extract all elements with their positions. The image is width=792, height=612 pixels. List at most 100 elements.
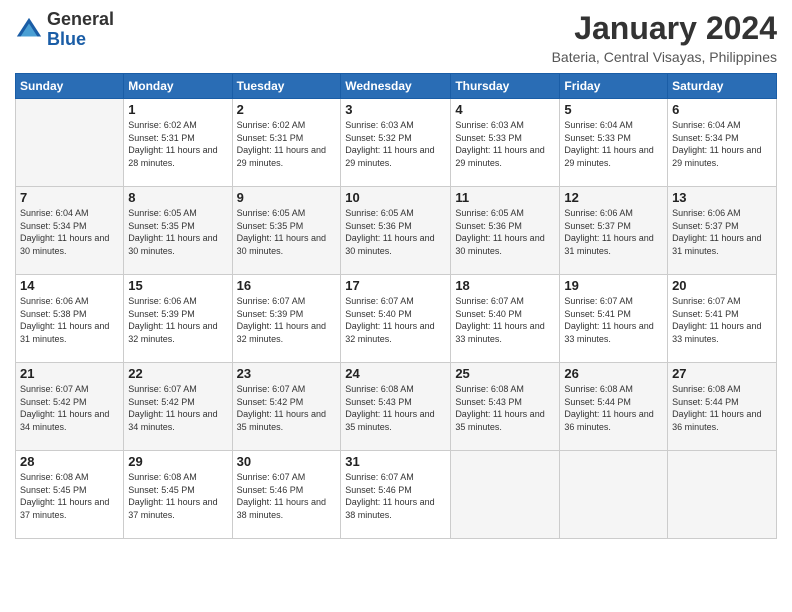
day-number: 18: [455, 278, 555, 293]
day-info: Sunrise: 6:08 AMSunset: 5:44 PMDaylight:…: [672, 383, 772, 433]
calendar-header-row: Sunday Monday Tuesday Wednesday Thursday…: [16, 74, 777, 99]
day-number: 24: [345, 366, 446, 381]
day-number: 15: [128, 278, 227, 293]
day-info: Sunrise: 6:08 AMSunset: 5:45 PMDaylight:…: [20, 471, 119, 521]
table-row: 30 Sunrise: 6:07 AMSunset: 5:46 PMDayligh…: [232, 451, 341, 539]
table-row: 29 Sunrise: 6:08 AMSunset: 5:45 PMDayligh…: [124, 451, 232, 539]
day-info: Sunrise: 6:07 AMSunset: 5:41 PMDaylight:…: [564, 295, 663, 345]
day-number: 28: [20, 454, 119, 469]
day-number: 13: [672, 190, 772, 205]
day-number: 25: [455, 366, 555, 381]
table-row: 24 Sunrise: 6:08 AMSunset: 5:43 PMDayligh…: [341, 363, 451, 451]
day-info: Sunrise: 6:05 AMSunset: 5:35 PMDaylight:…: [237, 207, 337, 257]
day-info: Sunrise: 6:07 AMSunset: 5:46 PMDaylight:…: [345, 471, 446, 521]
day-info: Sunrise: 6:08 AMSunset: 5:43 PMDaylight:…: [345, 383, 446, 433]
calendar-week-row: 21 Sunrise: 6:07 AMSunset: 5:42 PMDayligh…: [16, 363, 777, 451]
table-row: 22Sunrise: 6:07 AMSunset: 5:42 PMDayligh…: [124, 363, 232, 451]
day-number: 2: [237, 102, 337, 117]
logo-icon: [15, 16, 43, 44]
day-info: Sunrise: 6:08 AMSunset: 5:44 PMDaylight:…: [564, 383, 663, 433]
day-info: Sunrise: 6:08 AMSunset: 5:45 PMDaylight:…: [128, 471, 227, 521]
day-number: 19: [564, 278, 663, 293]
day-info: Sunrise: 6:05 AMSunset: 5:36 PMDaylight:…: [345, 207, 446, 257]
day-info: Sunrise: 6:07 AMSunset: 5:46 PMDaylight:…: [237, 471, 337, 521]
header-tuesday: Tuesday: [232, 74, 341, 99]
title-section: January 2024 Bateria, Central Visayas, P…: [552, 10, 777, 65]
day-info: Sunrise: 6:04 AMSunset: 5:34 PMDaylight:…: [672, 119, 772, 169]
day-number: 16: [237, 278, 337, 293]
table-row: [560, 451, 668, 539]
table-row: 19 Sunrise: 6:07 AMSunset: 5:41 PMDayligh…: [560, 275, 668, 363]
table-row: 17 Sunrise: 6:07 AMSunset: 5:40 PMDayligh…: [341, 275, 451, 363]
day-number: 7: [20, 190, 119, 205]
day-info: Sunrise: 6:07 AMSunset: 5:42 PMDaylight:…: [237, 383, 337, 433]
day-info: Sunrise: 6:02 AMSunset: 5:31 PMDaylight:…: [237, 119, 337, 169]
table-row: 3Sunrise: 6:03 AMSunset: 5:32 PMDaylight…: [341, 99, 451, 187]
header-thursday: Thursday: [451, 74, 560, 99]
table-row: 8Sunrise: 6:05 AMSunset: 5:35 PMDaylight…: [124, 187, 232, 275]
day-info: Sunrise: 6:02 AMSunset: 5:31 PMDaylight:…: [128, 119, 227, 169]
header-friday: Friday: [560, 74, 668, 99]
table-row: 15 Sunrise: 6:06 AMSunset: 5:39 PMDayligh…: [124, 275, 232, 363]
table-row: 31 Sunrise: 6:07 AMSunset: 5:46 PMDayligh…: [341, 451, 451, 539]
day-info: Sunrise: 6:04 AMSunset: 5:33 PMDaylight:…: [564, 119, 663, 169]
day-number: 29: [128, 454, 227, 469]
day-number: 27: [672, 366, 772, 381]
day-number: 11: [455, 190, 555, 205]
table-row: 2 Sunrise: 6:02 AMSunset: 5:31 PMDaylight…: [232, 99, 341, 187]
table-row: 26 Sunrise: 6:08 AMSunset: 5:44 PMDayligh…: [560, 363, 668, 451]
day-number: 6: [672, 102, 772, 117]
page: General Blue January 2024 Bateria, Centr…: [0, 0, 792, 612]
day-info: Sunrise: 6:03 AMSunset: 5:32 PMDaylight:…: [345, 119, 446, 169]
day-number: 30: [237, 454, 337, 469]
header-sunday: Sunday: [16, 74, 124, 99]
table-row: 21Sunrise: 6:07 AMSunset: 5:42 PMDayligh…: [16, 363, 124, 451]
table-row: 4Sunrise: 6:03 AMSunset: 5:33 PMDaylight…: [451, 99, 560, 187]
table-row: 5Sunrise: 6:04 AMSunset: 5:33 PMDaylight…: [560, 99, 668, 187]
day-info: Sunrise: 6:05 AMSunset: 5:36 PMDaylight:…: [455, 207, 555, 257]
day-info: Sunrise: 6:07 AMSunset: 5:40 PMDaylight:…: [345, 295, 446, 345]
table-row: [451, 451, 560, 539]
day-info: Sunrise: 6:07 AMSunset: 5:40 PMDaylight:…: [455, 295, 555, 345]
logo-general: General: [47, 9, 114, 29]
table-row: 14Sunrise: 6:06 AMSunset: 5:38 PMDayligh…: [16, 275, 124, 363]
day-info: Sunrise: 6:06 AMSunset: 5:38 PMDaylight:…: [20, 295, 119, 345]
day-info: Sunrise: 6:07 AMSunset: 5:39 PMDaylight:…: [237, 295, 337, 345]
day-number: 17: [345, 278, 446, 293]
location-subtitle: Bateria, Central Visayas, Philippines: [552, 49, 777, 65]
header-monday: Monday: [124, 74, 232, 99]
day-number: 12: [564, 190, 663, 205]
table-row: 1 Sunrise: 6:02 AMSunset: 5:31 PMDaylight…: [124, 99, 232, 187]
month-title: January 2024: [552, 10, 777, 47]
calendar-week-row: 14Sunrise: 6:06 AMSunset: 5:38 PMDayligh…: [16, 275, 777, 363]
day-info: Sunrise: 6:07 AMSunset: 5:41 PMDaylight:…: [672, 295, 772, 345]
day-info: Sunrise: 6:04 AMSunset: 5:34 PMDaylight:…: [20, 207, 119, 257]
calendar-week-row: 1 Sunrise: 6:02 AMSunset: 5:31 PMDaylight…: [16, 99, 777, 187]
table-row: 13 Sunrise: 6:06 AMSunset: 5:37 PMDayligh…: [668, 187, 777, 275]
day-info: Sunrise: 6:07 AMSunset: 5:42 PMDaylight:…: [128, 383, 227, 433]
table-row: 18 Sunrise: 6:07 AMSunset: 5:40 PMDayligh…: [451, 275, 560, 363]
table-row: 16 Sunrise: 6:07 AMSunset: 5:39 PMDayligh…: [232, 275, 341, 363]
table-row: 23 Sunrise: 6:07 AMSunset: 5:42 PMDayligh…: [232, 363, 341, 451]
day-number: 23: [237, 366, 337, 381]
day-number: 9: [237, 190, 337, 205]
table-row: 12 Sunrise: 6:06 AMSunset: 5:37 PMDayligh…: [560, 187, 668, 275]
day-info: Sunrise: 6:06 AMSunset: 5:37 PMDaylight:…: [672, 207, 772, 257]
table-row: 11 Sunrise: 6:05 AMSunset: 5:36 PMDayligh…: [451, 187, 560, 275]
day-number: 21: [20, 366, 119, 381]
day-number: 1: [128, 102, 227, 117]
table-row: 25Sunrise: 6:08 AMSunset: 5:43 PMDayligh…: [451, 363, 560, 451]
day-info: Sunrise: 6:06 AMSunset: 5:39 PMDaylight:…: [128, 295, 227, 345]
header-wednesday: Wednesday: [341, 74, 451, 99]
table-row: 6 Sunrise: 6:04 AMSunset: 5:34 PMDaylight…: [668, 99, 777, 187]
logo-text: General Blue: [47, 10, 114, 50]
table-row: 10 Sunrise: 6:05 AMSunset: 5:36 PMDayligh…: [341, 187, 451, 275]
day-number: 8: [128, 190, 227, 205]
day-number: 26: [564, 366, 663, 381]
logo: General Blue: [15, 10, 114, 50]
day-number: 10: [345, 190, 446, 205]
calendar-week-row: 28 Sunrise: 6:08 AMSunset: 5:45 PMDayligh…: [16, 451, 777, 539]
day-number: 31: [345, 454, 446, 469]
calendar-week-row: 7 Sunrise: 6:04 AMSunset: 5:34 PMDaylight…: [16, 187, 777, 275]
day-info: Sunrise: 6:06 AMSunset: 5:37 PMDaylight:…: [564, 207, 663, 257]
